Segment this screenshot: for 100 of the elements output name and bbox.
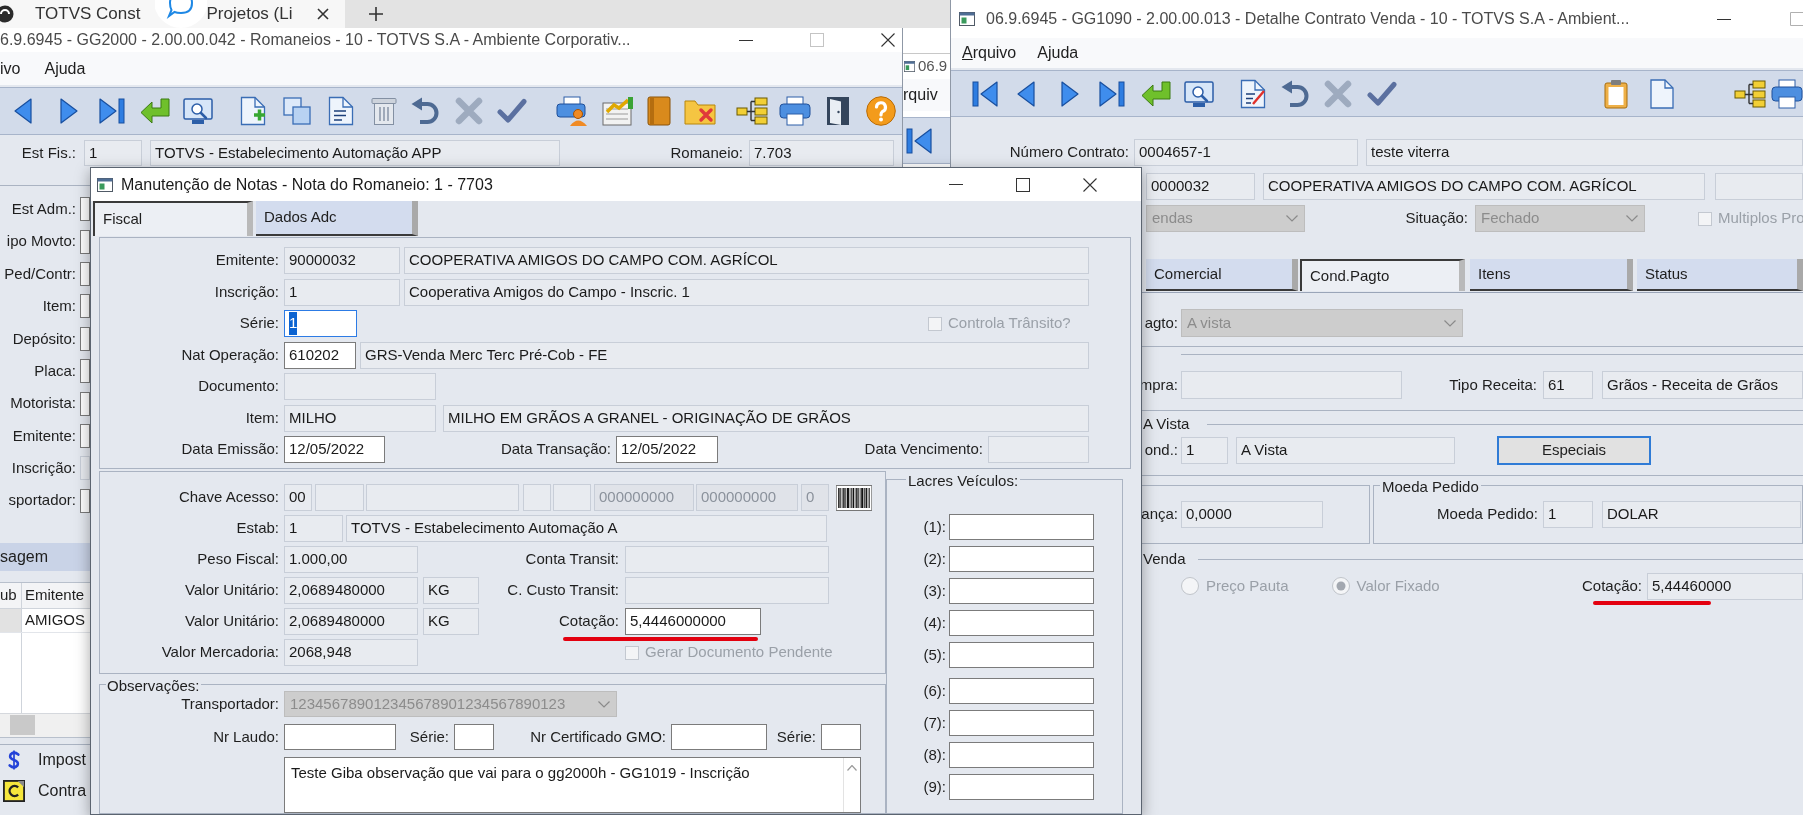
text-field[interactable] — [80, 456, 90, 481]
text-field[interactable] — [80, 261, 90, 286]
text-field[interactable]: COOPERATIVA AMIGOS DO CAMPO COM. AGRÍCOL — [1263, 173, 1705, 200]
text-field[interactable] — [949, 546, 1094, 572]
first-arrow-icon[interactable] — [972, 79, 998, 108]
text-document-icon[interactable] — [328, 96, 354, 126]
text-field[interactable]: 12/05/2022 — [616, 436, 718, 463]
text-field[interactable]: 61 — [1543, 371, 1593, 399]
door-icon[interactable] — [826, 96, 850, 126]
text-field[interactable] — [80, 294, 90, 319]
scrollbar[interactable] — [0, 712, 90, 737]
menu-item[interactable]: Arquivo — [962, 41, 1017, 65]
text-field[interactable] — [80, 488, 90, 513]
text-field[interactable]: 1 — [284, 310, 357, 337]
right-arrow-icon[interactable] — [60, 97, 78, 125]
text-field[interactable]: COOPERATIVA AMIGOS DO CAMPO COM. AGRÍCOL — [404, 247, 1089, 274]
folder-x-icon[interactable] — [684, 97, 716, 125]
text-field[interactable] — [315, 484, 364, 511]
chart-sheet-icon[interactable] — [602, 96, 634, 126]
text-field[interactable]: Cooperativa Amigos do Campo - Inscric. 1 — [404, 278, 1089, 306]
text-field[interactable] — [1181, 371, 1402, 399]
text-field[interactable]: KG — [423, 577, 479, 604]
text-field[interactable]: 0000032 — [1146, 173, 1255, 200]
text-field[interactable] — [988, 436, 1089, 463]
tab[interactable]: Fiscal — [93, 201, 253, 236]
text-field[interactable] — [80, 326, 90, 351]
minimize-icon[interactable] — [1717, 18, 1731, 20]
left-arrow-icon[interactable] — [1017, 79, 1035, 108]
close-icon[interactable] — [1083, 177, 1097, 192]
text-field[interactable]: 00 — [284, 484, 312, 511]
menu-item[interactable]: Ajuda — [44, 56, 86, 81]
right-arrow-icon[interactable] — [1061, 79, 1079, 108]
text-field[interactable]: 1 — [284, 278, 400, 306]
printer-icon[interactable] — [779, 96, 811, 126]
text-field[interactable] — [523, 484, 551, 511]
text-field[interactable] — [80, 359, 90, 384]
close-icon[interactable] — [881, 33, 895, 47]
check-icon[interactable] — [1367, 80, 1397, 107]
undo-icon[interactable] — [411, 97, 439, 125]
text-field[interactable]: 5,4446000000 — [625, 608, 761, 635]
text-field[interactable] — [80, 197, 90, 222]
menu-item[interactable]: rquiv — [903, 83, 938, 107]
text-field[interactable]: 0,0000 — [1181, 501, 1323, 528]
barcode-icon[interactable] — [836, 484, 872, 511]
chat-bubble-icon[interactable] — [155, 0, 207, 28]
text-field[interactable] — [80, 423, 90, 448]
text-field[interactable] — [284, 373, 436, 400]
tab[interactable]: Itens — [1470, 259, 1633, 291]
text-field[interactable] — [284, 724, 396, 750]
action-link[interactable]: Impost — [0, 744, 90, 776]
document-pencil-icon[interactable] — [1240, 78, 1266, 109]
text-area[interactable]: Teste Giba observação que vai para o gg2000h - GG1019 - Inscrição — [284, 757, 861, 813]
action-link[interactable]: Contra — [0, 775, 90, 807]
left-arrow-icon[interactable] — [14, 97, 32, 125]
text-field[interactable]: 610202 — [284, 341, 356, 369]
text-field[interactable] — [949, 742, 1094, 768]
tab[interactable]: Cond.Pagto — [1300, 259, 1465, 291]
text-field[interactable] — [671, 724, 767, 750]
new-document-icon[interactable] — [240, 96, 266, 126]
maximize-icon[interactable] — [1016, 177, 1030, 192]
text-field[interactable] — [366, 484, 519, 511]
menu-item[interactable]: ivo — [0, 56, 21, 81]
text-field[interactable]: 1 — [84, 140, 142, 166]
text-field[interactable]: A Vista — [1236, 436, 1455, 464]
text-field[interactable]: GRS-Venda Merc Terc Pré-Cob - FE — [360, 341, 1089, 369]
text-field[interactable] — [80, 391, 90, 416]
text-field[interactable]: TOTVS - Estabelecimento Automação A — [346, 515, 827, 542]
text-field[interactable]: DOLAR — [1602, 501, 1801, 528]
printer-person-icon[interactable] — [556, 96, 588, 126]
text-field[interactable] — [625, 546, 829, 573]
close-icon[interactable] — [317, 8, 329, 20]
text-field[interactable]: 1.000,00 — [284, 546, 418, 573]
text-field[interactable]: 1 — [1181, 436, 1228, 464]
text-field[interactable]: 5,44460000 — [1647, 572, 1803, 600]
enter-arrow-icon[interactable] — [1141, 80, 1171, 107]
hierarchy-icon[interactable] — [736, 97, 768, 125]
text-field[interactable]: 0004657-1 — [1134, 139, 1358, 166]
text-field[interactable]: 1 — [284, 515, 343, 542]
trash-icon[interactable] — [371, 97, 397, 125]
plus-icon[interactable] — [369, 7, 383, 21]
text-field[interactable]: 12/05/2022 — [284, 436, 385, 463]
text-field[interactable]: 1 — [1543, 501, 1593, 528]
hierarchy-icon[interactable] — [1734, 79, 1766, 108]
text-field[interactable] — [80, 229, 90, 254]
copy-icon[interactable] — [283, 97, 311, 125]
text-field[interactable]: Grãos - Receita de Grãos — [1602, 371, 1803, 399]
last-arrow-icon[interactable] — [1099, 79, 1125, 108]
text-field[interactable]: MILHO — [284, 404, 436, 432]
tab[interactable]: Dados Adc — [256, 201, 418, 236]
text-field[interactable] — [949, 610, 1094, 636]
text-field[interactable] — [553, 484, 591, 511]
text-field[interactable] — [949, 642, 1094, 668]
minimize-icon[interactable] — [739, 39, 753, 41]
last-arrow-icon[interactable] — [99, 97, 125, 125]
text-field[interactable] — [949, 774, 1094, 800]
specials-button[interactable]: Especiais — [1497, 435, 1651, 465]
text-field[interactable]: 2,0689480000 — [284, 577, 418, 604]
text-field[interactable] — [949, 678, 1094, 704]
undo-icon[interactable] — [1281, 79, 1309, 108]
menu-item[interactable]: Ajuda — [1037, 41, 1079, 65]
